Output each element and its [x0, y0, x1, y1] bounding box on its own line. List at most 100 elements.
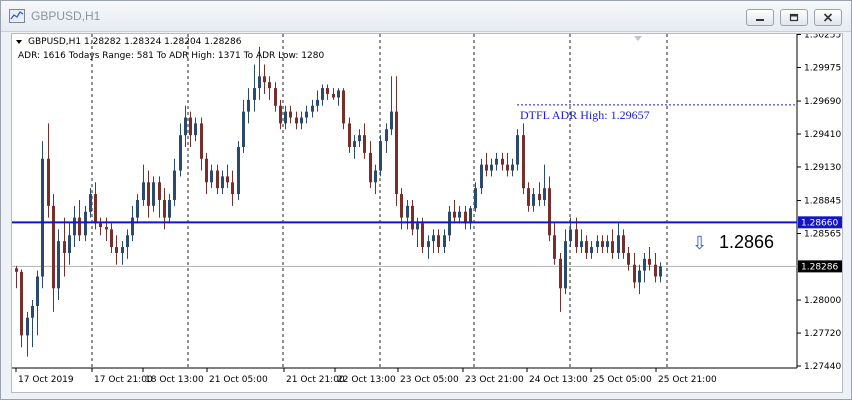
level-price-label: 1.28660	[801, 218, 838, 228]
candle-body	[416, 223, 419, 230]
candle-body	[654, 264, 657, 277]
candle-body	[168, 199, 171, 218]
symbol-ohlc-line: GBPUSD,H1 1.28282 1.28324 1.28204 1.2828…	[28, 37, 242, 47]
candle-body	[490, 164, 493, 171]
candle-body	[205, 158, 208, 183]
candle-body	[121, 247, 124, 253]
candle-body	[532, 194, 535, 206]
chart-area[interactable]: 1.30255 1.29975 1.29690 1.29410 1.29130 1.288…	[11, 33, 843, 393]
candle-body	[448, 211, 451, 236]
candle-body	[305, 111, 308, 118]
candle-body	[131, 217, 134, 236]
candle-body	[400, 194, 403, 218]
candle-body	[321, 88, 324, 100]
restore-button[interactable]	[780, 9, 808, 26]
candlestick-chart[interactable]: 1.30255 1.29975 1.29690 1.29410 1.29130 1.288…	[12, 34, 842, 392]
time-tick-label: 22 Oct 13:00	[337, 375, 396, 385]
candle-body	[363, 135, 366, 153]
candle-body	[638, 270, 641, 283]
price-tick-label: 1.28845	[804, 197, 841, 207]
candle-body	[469, 208, 472, 224]
candle-body	[242, 111, 245, 147]
time-tick-label: 17 Oct 2019	[18, 375, 74, 385]
chart-window-icon	[9, 9, 25, 23]
time-tick-label: 23 Oct 05:00	[400, 375, 459, 385]
chart-window: GBPUSD,H1 1.30255 1.29975 1.29690 1.29410 1.…	[0, 0, 852, 400]
candle-body	[78, 217, 81, 236]
candle-body	[590, 247, 593, 253]
title-bar[interactable]: GBPUSD,H1	[1, 1, 851, 32]
price-tick-label: 1.30255	[804, 34, 841, 41]
candle-body	[480, 164, 483, 189]
adr-high-label: DTFL ADR High: 1.29657	[520, 108, 650, 122]
candle-body	[585, 241, 588, 253]
candle-body	[432, 235, 435, 242]
candle-body	[73, 217, 76, 236]
candle-body	[311, 105, 314, 112]
candle-body	[99, 223, 102, 228]
candle-body	[163, 199, 166, 218]
candle-body	[147, 182, 150, 206]
candle-body	[15, 268, 18, 272]
candle-body	[152, 182, 155, 206]
candle-body	[458, 211, 461, 218]
candle-body	[216, 170, 219, 189]
adr-info-line: ADR: 1616 Todays Range: 581 To ADR High:…	[18, 51, 325, 61]
candle-body	[379, 141, 382, 171]
candle-body	[559, 258, 562, 289]
candle-body	[611, 241, 614, 253]
candle-body	[543, 188, 546, 200]
candle-body	[495, 158, 498, 165]
candle-body	[274, 88, 277, 106]
price-tick-label: 1.28565	[804, 230, 841, 240]
candle-body	[63, 241, 66, 253]
window-title: GBPUSD,H1	[31, 9, 101, 23]
candle-body	[522, 135, 525, 189]
close-icon	[823, 13, 833, 22]
candle-body	[226, 176, 229, 183]
price-tick-label: 1.27720	[804, 329, 841, 339]
candle-body	[221, 176, 224, 189]
price-tick-label: 1.29410	[804, 130, 841, 140]
candle-body	[390, 111, 393, 130]
candle-body	[110, 229, 113, 248]
candle-body	[395, 111, 398, 195]
candle-body	[189, 117, 192, 136]
candle-body	[184, 117, 187, 136]
candle-body	[231, 182, 234, 195]
time-tick-label: 21 Oct 05:00	[209, 375, 268, 385]
candle-body	[580, 241, 583, 248]
candle-body	[158, 182, 161, 200]
close-button[interactable]	[814, 9, 842, 26]
candle-body	[385, 129, 388, 142]
candle-body	[237, 146, 240, 195]
candle-body	[511, 164, 514, 171]
time-tick-label: 24 Oct 13:00	[529, 375, 588, 385]
candle-body	[289, 111, 292, 118]
price-tick-label: 1.28000	[804, 296, 841, 306]
big-price-label: 1.2866	[719, 232, 775, 252]
candle-body	[210, 170, 213, 183]
candle-body	[627, 252, 630, 265]
candle-body	[633, 264, 636, 283]
candle-body	[300, 117, 303, 124]
candle-body	[57, 241, 60, 289]
chart-menu-triangle-icon[interactable]	[16, 40, 22, 45]
restore-icon	[789, 13, 799, 22]
candle-body	[485, 164, 488, 171]
candle-body	[643, 258, 646, 271]
minimize-button[interactable]	[746, 9, 774, 26]
candle-body	[268, 82, 271, 89]
candle-body	[411, 205, 414, 230]
candle-body	[358, 135, 361, 142]
price-tick-label: 1.29690	[804, 97, 841, 107]
candle-body	[353, 141, 356, 147]
candle-body	[575, 229, 578, 248]
candle-body	[369, 152, 372, 183]
candle-body	[115, 247, 118, 253]
candle-body	[564, 241, 567, 289]
chart-shift-marker-icon	[634, 36, 642, 41]
candle-body	[596, 241, 599, 248]
candle-body	[342, 90, 345, 124]
candle-body	[20, 271, 23, 336]
